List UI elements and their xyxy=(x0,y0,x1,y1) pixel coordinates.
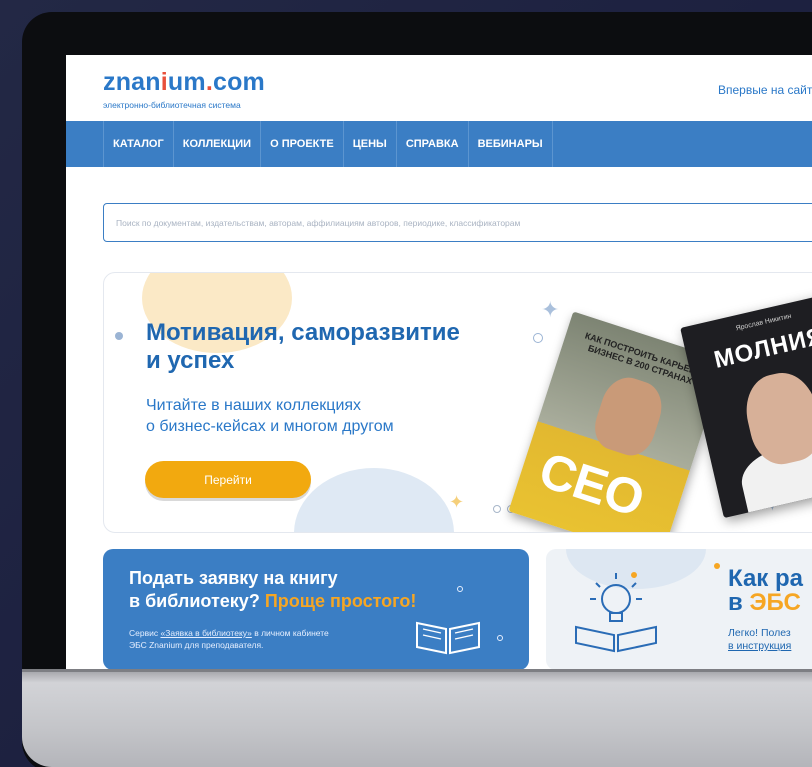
banner-blob xyxy=(294,468,454,532)
nav-item-catalog[interactable]: КАТАЛОГ xyxy=(103,121,174,167)
nav-item-help[interactable]: СПРАВКА xyxy=(397,121,469,167)
banner-text: Читайте в наших коллекциях о бизнес-кейса… xyxy=(146,397,394,435)
decor-dot xyxy=(714,563,720,569)
banner-title: Мотивация, саморазвитие и успех xyxy=(146,319,460,374)
decor-ring xyxy=(497,635,503,641)
site-header: znaniiumum.com электронно-библиотечная с… xyxy=(66,55,812,121)
browser-screen: znaniiumum.com электронно-библиотечная с… xyxy=(66,55,812,669)
sparkle-icon: ✦ xyxy=(449,492,465,512)
howto-card-subtitle: Легко! Полез в инструкция xyxy=(728,627,792,652)
carousel-dot[interactable] xyxy=(493,505,501,513)
first-time-link[interactable]: Впервые на сайт xyxy=(718,83,812,97)
request-book-card[interactable]: Подать заявку на книгу в библиотеку? Прощ… xyxy=(103,549,529,669)
sparkle-icon: ✦ xyxy=(541,297,560,322)
main-nav: КАТАЛОГ КОЛЛЕКЦИИ О ПРОЕКТЕ ЦЕНЫ СПРАВКА… xyxy=(66,121,812,167)
nav-item-collections[interactable]: КОЛЛЕКЦИИ xyxy=(174,121,262,167)
book-cover-molnia: Ярослав Никитин МОЛНИЯ xyxy=(680,290,812,519)
site-logo[interactable]: znaniiumum.com xyxy=(103,68,265,97)
request-card-subtitle: Сервис «Заявка в библиотеку» в личном ка… xyxy=(129,628,329,650)
decor-dot xyxy=(115,332,123,340)
laptop-base xyxy=(22,669,812,767)
nav-item-webinars[interactable]: ВЕБИНАРЫ xyxy=(469,121,553,167)
decor-ring xyxy=(457,586,463,592)
lightbulb-book-icon xyxy=(575,572,657,653)
go-button[interactable]: Перейти xyxy=(145,461,311,498)
search-input[interactable] xyxy=(104,204,812,241)
nav-item-prices[interactable]: ЦЕНЫ xyxy=(344,121,397,167)
logo-subtitle: электронно-библиотечная система xyxy=(103,100,241,110)
promo-banner[interactable]: ✦ ✦ ✦ Мотивация, саморазвитиеи успех Чит… xyxy=(103,272,812,533)
request-card-title: Подать заявку на книгу в библиотеку? Прощ… xyxy=(129,568,417,611)
howto-card-title: Как ра в ЭБС xyxy=(728,565,803,616)
nav-item-about[interactable]: О ПРОЕКТЕ xyxy=(261,121,344,167)
search-box xyxy=(103,203,812,242)
decor-ring xyxy=(533,333,543,343)
howto-card[interactable]: Как ра в ЭБС Легко! Полез в инструкция xyxy=(546,549,812,669)
open-book-icon xyxy=(416,621,480,655)
